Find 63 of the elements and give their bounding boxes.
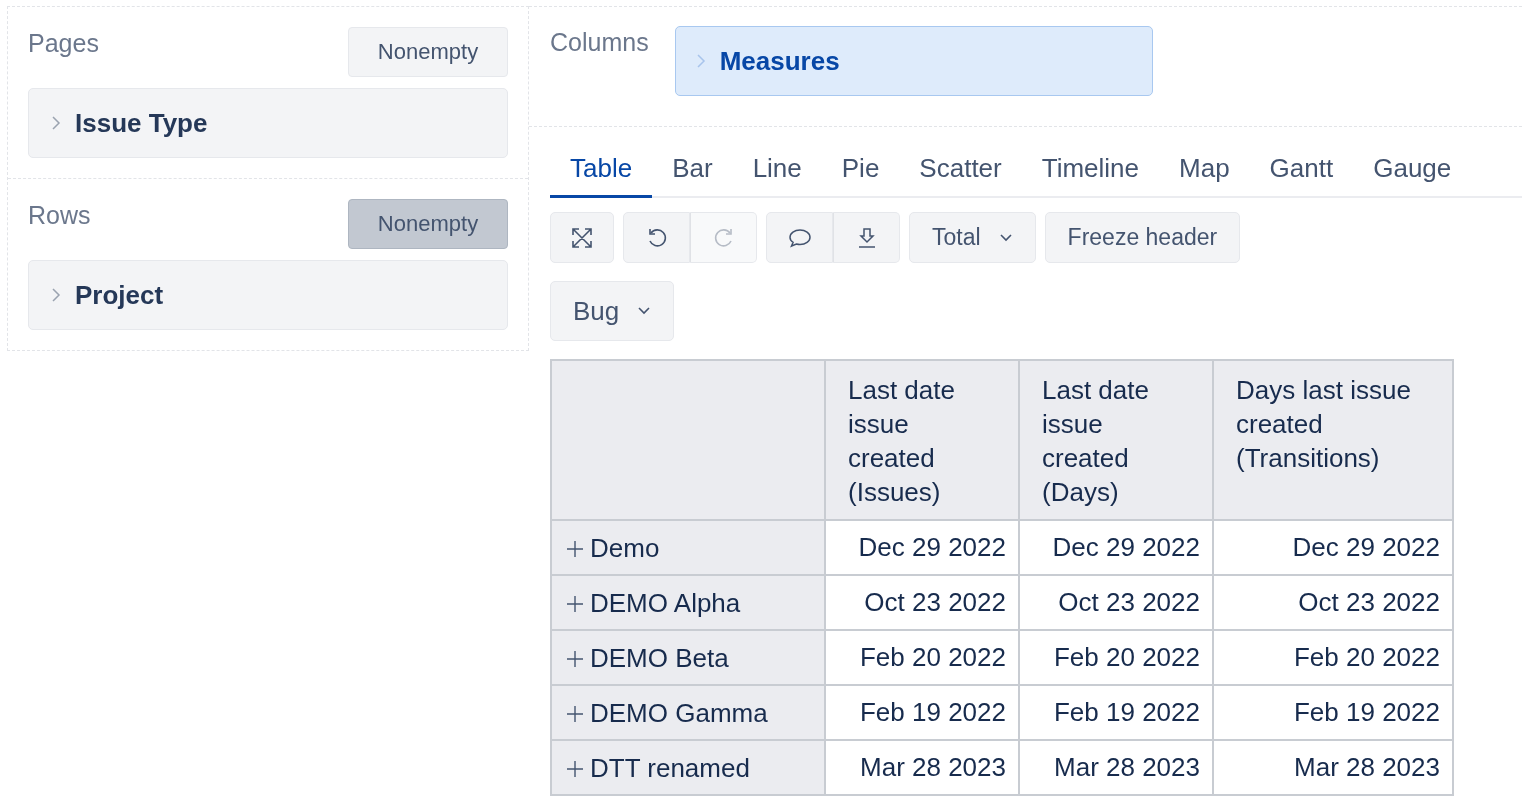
expand-plus-icon[interactable]	[566, 594, 584, 613]
undo-button[interactable]	[623, 212, 690, 263]
view-tab[interactable]: Pie	[821, 139, 900, 198]
dimension-chip[interactable]: Project	[28, 260, 508, 330]
dimension-label: Issue Type	[75, 107, 208, 139]
table-cell: Mar 28 2023	[825, 740, 1019, 795]
row-label: DTT renamed	[590, 753, 750, 784]
view-tab[interactable]: Timeline	[1021, 139, 1160, 198]
table-cell: Mar 28 2023	[1019, 740, 1213, 795]
table-cell: Feb 20 2022	[1213, 630, 1453, 685]
view-tab[interactable]: Gantt	[1249, 139, 1354, 198]
page-filter-dropdown[interactable]: Bug	[550, 281, 675, 341]
chevron-right-icon	[51, 115, 61, 131]
table-cell: Feb 20 2022	[1019, 630, 1213, 685]
chevron-right-icon	[51, 287, 61, 303]
row-label: DEMO Alpha	[590, 588, 741, 619]
section-label: Columns	[550, 28, 649, 57]
column-header: Days last issue created (Transitions)	[1213, 360, 1453, 520]
table-cell: Oct 23 2022	[825, 575, 1019, 630]
row-label: DEMO Gamma	[590, 698, 768, 729]
row-label: DEMO Beta	[590, 643, 729, 674]
section-label: Pages	[28, 29, 99, 58]
total-dropdown[interactable]: Total	[909, 212, 1036, 263]
comment-button[interactable]	[766, 212, 833, 263]
chevron-right-icon	[695, 53, 706, 69]
fullscreen-button[interactable]	[550, 212, 614, 263]
nonempty-toggle[interactable]: Nonempty	[348, 199, 508, 249]
download-button[interactable]	[833, 212, 900, 263]
view-tab[interactable]: Table	[550, 139, 653, 198]
redo-icon	[712, 226, 735, 249]
dimension-label: Measures	[719, 45, 840, 77]
view-tab[interactable]: Map	[1159, 139, 1250, 198]
table-cell: Feb 19 2022	[825, 685, 1019, 740]
column-header: Last date issue created (Days)	[1019, 360, 1213, 520]
view-tab[interactable]: Scatter	[899, 139, 1022, 198]
dimension-chip[interactable]: Issue Type	[28, 88, 508, 158]
table-cell: Dec 29 2022	[1019, 520, 1213, 575]
chevron-down-icon	[637, 306, 652, 316]
dimension-label: Project	[75, 279, 164, 311]
column-header: Last date issue created (Issues)	[825, 360, 1019, 520]
table-cell: Feb 19 2022	[1019, 685, 1213, 740]
row-label: Demo	[590, 533, 660, 564]
table-cell: Feb 20 2022	[825, 630, 1019, 685]
speech-bubble-icon	[787, 226, 812, 249]
chevron-down-icon	[998, 232, 1013, 243]
table-cell: Dec 29 2022	[1213, 520, 1453, 575]
expand-plus-icon[interactable]	[566, 704, 584, 723]
table-cell: Mar 28 2023	[1213, 740, 1453, 795]
nonempty-toggle[interactable]: Nonempty	[348, 27, 508, 77]
expand-plus-icon[interactable]	[566, 539, 584, 558]
table-cell: Oct 23 2022	[1019, 575, 1213, 630]
view-tab[interactable]: Gauge	[1353, 139, 1472, 198]
dimension-chip[interactable]: Measures	[674, 26, 1153, 96]
expand-plus-icon[interactable]	[566, 759, 584, 778]
freeze-header-button[interactable]: Freeze header	[1044, 212, 1241, 263]
table-cell: Dec 29 2022	[825, 520, 1019, 575]
view-tab[interactable]: Bar	[652, 139, 733, 198]
table-cell: Oct 23 2022	[1213, 575, 1453, 630]
expand-plus-icon[interactable]	[566, 649, 584, 668]
view-tab[interactable]: Line	[732, 139, 822, 198]
section-label: Rows	[28, 201, 91, 230]
expand-arrows-icon	[571, 226, 593, 249]
table-cell: Feb 19 2022	[1213, 685, 1453, 740]
